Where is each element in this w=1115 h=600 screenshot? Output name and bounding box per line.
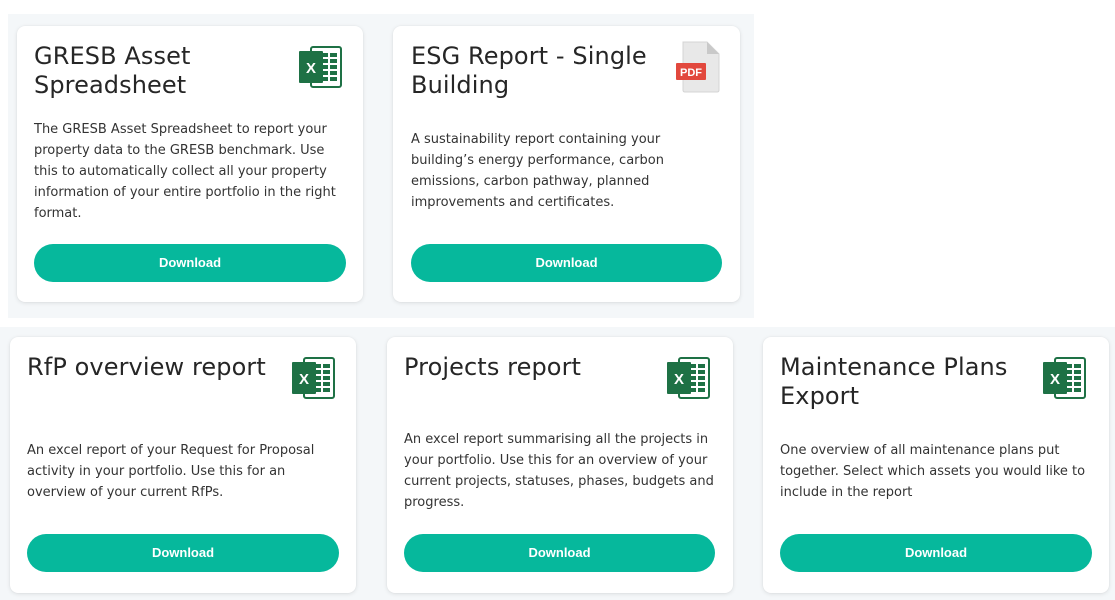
card-title: ESG Report - Single Building	[411, 42, 647, 99]
card-description: An excel report of your Request for Prop…	[27, 443, 315, 500]
report-card-projects: Projects report X An excel report summar…	[387, 337, 733, 593]
excel-icon: X	[1041, 355, 1087, 405]
download-button[interactable]: Download	[404, 534, 715, 572]
card-description: The GRESB Asset Spreadsheet to report yo…	[34, 122, 336, 221]
card-title: Projects report	[404, 353, 582, 381]
card-description: One overview of all maintenance plans pu…	[780, 443, 1086, 500]
card-description: A sustainability report containing your …	[411, 132, 664, 210]
excel-icon: X	[297, 44, 343, 94]
card-title: RfP overview report	[27, 353, 266, 381]
card-title: Maintenance Plans Export	[780, 353, 1008, 410]
download-button[interactable]: Download	[780, 534, 1092, 572]
report-card-rfp: RfP overview report X An excel report of…	[10, 337, 356, 593]
download-button[interactable]: Download	[27, 534, 339, 572]
card-description: An excel report summarising all the proj…	[404, 432, 714, 510]
report-card-esg: ESG Report - Single Building PDF A susta…	[393, 26, 740, 302]
card-title: GRESB Asset Spreadsheet	[34, 42, 191, 99]
download-button[interactable]: Download	[34, 244, 346, 282]
excel-icon-letter: X	[1050, 371, 1060, 388]
report-card-gresb: GRESB Asset Spreadsheet X The GRESB Asse…	[17, 26, 363, 302]
pdf-icon: PDF	[673, 40, 723, 96]
report-card-maintenance: Maintenance Plans Export X One overview …	[763, 337, 1109, 593]
excel-icon-letter: X	[674, 371, 684, 388]
download-button[interactable]: Download	[411, 244, 722, 282]
excel-icon-letter: X	[306, 60, 316, 77]
excel-icon: X	[290, 355, 336, 405]
excel-icon-letter: X	[299, 371, 309, 388]
pdf-icon-label: PDF	[680, 67, 702, 79]
excel-icon: X	[665, 355, 711, 405]
